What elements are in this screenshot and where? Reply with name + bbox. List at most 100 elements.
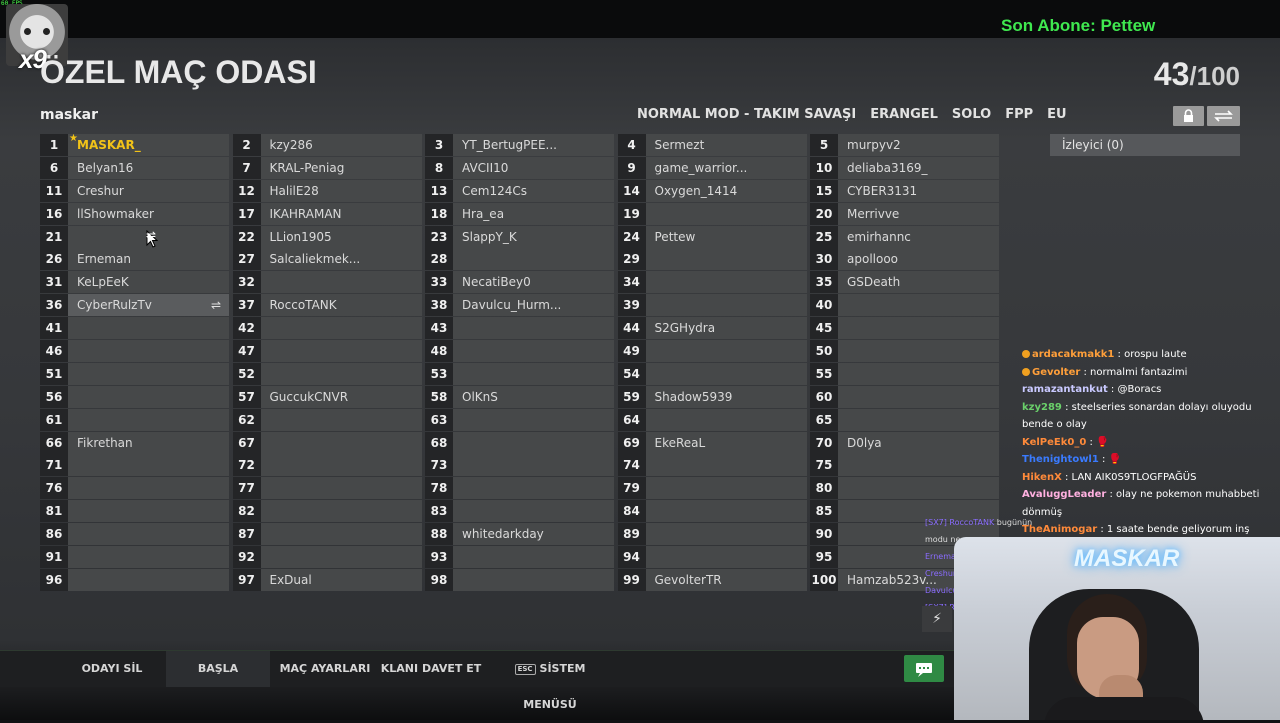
player-slot[interactable]: 17 IKAHRAMAN — [232, 202, 422, 225]
player-slot[interactable]: 31 KeLpEeK — [40, 271, 229, 294]
player-slot[interactable]: 59 Shadow5939 — [617, 385, 807, 408]
swap-slot-icon[interactable]: ⇌ — [211, 294, 221, 316]
lock-button[interactable] — [1173, 106, 1204, 126]
player-slot[interactable]: 20 Merrivve — [810, 202, 999, 225]
player-slot[interactable]: 72 — [232, 454, 422, 477]
player-slot[interactable]: 36 CyberRulzTv ⇌ — [40, 294, 229, 317]
player-slot[interactable]: 75 — [810, 454, 999, 477]
player-slot[interactable]: 57 GuccukCNVR — [232, 385, 422, 408]
player-slot[interactable]: 8 AVCII10 — [425, 156, 614, 179]
player-slot[interactable]: 63 — [425, 408, 614, 431]
player-slot[interactable]: 78 — [425, 477, 614, 500]
player-slot[interactable]: 61 — [40, 408, 229, 431]
player-slot[interactable]: 43 — [425, 317, 614, 340]
player-slot[interactable]: 91 — [40, 546, 229, 569]
player-slot[interactable]: 6 Belyan16 — [40, 156, 229, 179]
player-slot[interactable]: 69 EkeReaL — [617, 431, 807, 454]
player-slot[interactable]: 22 LLion1905 — [232, 225, 422, 248]
invite-clan-button[interactable]: KLANI DAVET ET — [380, 651, 482, 687]
player-slot[interactable]: 76 — [40, 477, 229, 500]
player-slot[interactable]: 47 — [232, 340, 422, 363]
player-slot[interactable]: 53 — [425, 362, 614, 385]
player-slot[interactable]: 54 — [617, 362, 807, 385]
player-slot[interactable]: 60 — [810, 385, 999, 408]
player-slot[interactable]: 11 Creshur — [40, 179, 229, 202]
spectator-slot[interactable]: İzleyici (0) — [1050, 134, 1240, 156]
player-slot[interactable]: 38 Davulcu_Hurm... — [425, 294, 614, 317]
player-slot[interactable]: 49 — [617, 340, 807, 363]
player-slot[interactable]: 56 — [40, 385, 229, 408]
player-slot[interactable]: 93 — [425, 546, 614, 569]
player-slot[interactable]: 66 Fikrethan — [40, 431, 229, 454]
player-slot[interactable]: 67 — [232, 431, 422, 454]
player-slot[interactable]: 39 — [617, 294, 807, 317]
player-slot[interactable]: 3 YT_BertugPEE... — [425, 134, 614, 156]
player-slot[interactable]: 1 ★ MASKAR_ — [40, 134, 229, 156]
player-slot[interactable]: 46 — [40, 340, 229, 363]
player-slot[interactable]: 83 — [425, 500, 614, 523]
player-slot[interactable]: 5 murpyv2 — [810, 134, 999, 156]
player-slot[interactable]: 37 RoccoTANK — [232, 294, 422, 317]
player-slot[interactable]: 74 — [617, 454, 807, 477]
player-slot[interactable]: 33 NecatiBey0 — [425, 271, 614, 294]
player-slot[interactable]: 68 — [425, 431, 614, 454]
player-slot[interactable]: 40 — [810, 294, 999, 317]
player-slot[interactable]: 34 — [617, 271, 807, 294]
match-settings-button[interactable]: MAÇ AYARLARI — [274, 651, 376, 687]
player-slot[interactable]: 94 — [617, 546, 807, 569]
player-slot[interactable]: 81 — [40, 500, 229, 523]
player-slot[interactable]: 41 — [40, 317, 229, 340]
player-slot[interactable]: 51 — [40, 362, 229, 385]
player-slot[interactable]: 87 — [232, 523, 422, 546]
player-slot[interactable]: 21 — [40, 225, 229, 248]
player-slot[interactable]: 19 — [617, 202, 807, 225]
player-slot[interactable]: 25 emirhannc — [810, 225, 999, 248]
player-slot[interactable]: 52 — [232, 362, 422, 385]
player-slot[interactable]: 18 Hra_ea — [425, 202, 614, 225]
player-slot[interactable]: 84 — [617, 500, 807, 523]
player-slot[interactable]: 82 — [232, 500, 422, 523]
swap-button[interactable] — [1207, 106, 1240, 126]
player-slot[interactable]: 97 ExDual — [232, 568, 422, 591]
quick-chat-button[interactable]: ⚡ — [922, 606, 952, 632]
player-slot[interactable]: 2 kzy286 — [232, 134, 422, 156]
player-slot[interactable]: 65 — [810, 408, 999, 431]
player-slot[interactable]: 98 — [425, 568, 614, 591]
player-slot[interactable]: 73 — [425, 454, 614, 477]
start-button[interactable]: BAŞLA — [166, 651, 270, 687]
player-slot[interactable]: 32 — [232, 271, 422, 294]
player-slot[interactable]: 4 Sermezt — [617, 134, 807, 156]
player-slot[interactable]: 9 game_warrior... — [617, 156, 807, 179]
player-slot[interactable]: 44 S2GHydra — [617, 317, 807, 340]
player-slot[interactable]: 45 — [810, 317, 999, 340]
player-slot[interactable]: 12 HalilE28 — [232, 179, 422, 202]
player-slot[interactable]: 80 — [810, 477, 999, 500]
player-slot[interactable]: 26 Erneman — [40, 248, 229, 271]
player-slot[interactable]: 92 — [232, 546, 422, 569]
player-slot[interactable]: 23 SlappY_K — [425, 225, 614, 248]
player-slot[interactable]: 79 — [617, 477, 807, 500]
player-slot[interactable]: 99 GevolterTR — [617, 568, 807, 591]
player-slot[interactable]: 62 — [232, 408, 422, 431]
delete-room-button[interactable]: ODAYI SİL — [62, 651, 162, 687]
player-slot[interactable]: 16 llShowmaker — [40, 202, 229, 225]
player-slot[interactable]: 29 — [617, 248, 807, 271]
player-slot[interactable]: 86 — [40, 523, 229, 546]
chat-toggle-button[interactable] — [904, 655, 944, 682]
player-slot[interactable]: 15 CYBER3131 — [810, 179, 999, 202]
player-slot[interactable]: 10 deliaba3169_ — [810, 156, 999, 179]
player-slot[interactable]: 77 — [232, 477, 422, 500]
player-slot[interactable]: 13 Cem124Cs — [425, 179, 614, 202]
player-slot[interactable]: 58 OlKnS — [425, 385, 614, 408]
player-slot[interactable]: 28 — [425, 248, 614, 271]
player-slot[interactable]: 24 Pettew — [617, 225, 807, 248]
player-slot[interactable]: 48 — [425, 340, 614, 363]
player-slot[interactable]: 14 Oxygen_1414 — [617, 179, 807, 202]
player-slot[interactable]: 7 KRAL-Peniag — [232, 156, 422, 179]
player-slot[interactable]: 30 apollooo — [810, 248, 999, 271]
player-slot[interactable]: 64 — [617, 408, 807, 431]
player-slot[interactable]: 96 — [40, 568, 229, 591]
player-slot[interactable]: 35 GSDeath — [810, 271, 999, 294]
player-slot[interactable]: 27 Salcaliekmek... — [232, 248, 422, 271]
player-slot[interactable]: 71 — [40, 454, 229, 477]
